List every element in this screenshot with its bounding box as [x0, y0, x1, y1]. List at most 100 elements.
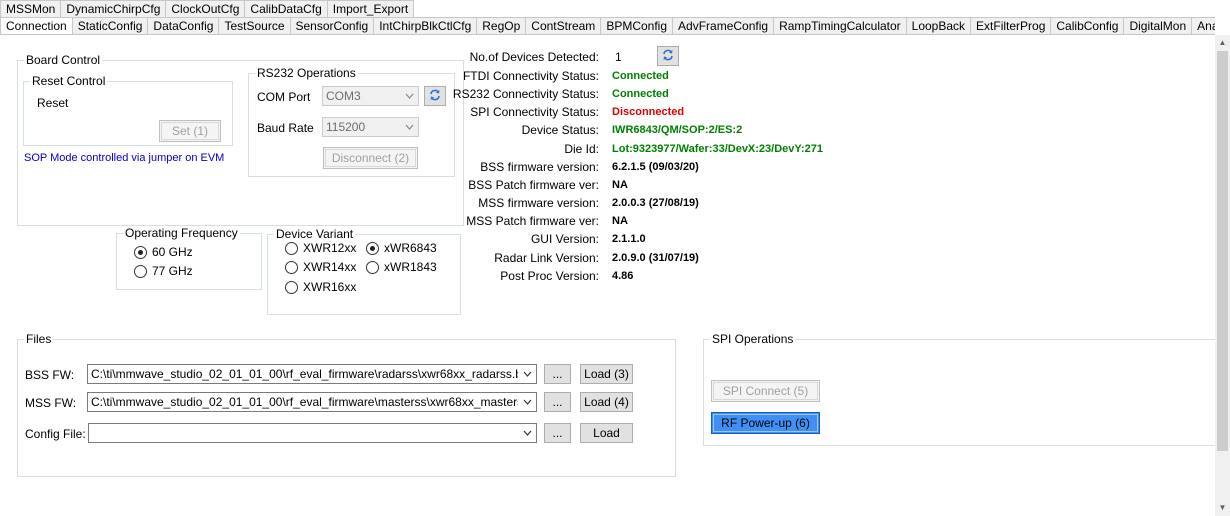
tab-contstream[interactable]: ContStream: [525, 17, 602, 34]
tab-connection[interactable]: Connection: [0, 17, 73, 34]
chevron-down-icon: [401, 87, 418, 105]
operating-frequency-group: Operating Frequency: [116, 226, 262, 290]
devices-detected-label: No.of Devices Detected:: [469, 50, 599, 64]
device-info-label: FTDI Connectivity Status:: [462, 69, 599, 83]
device-variant-title: Device Variant: [274, 227, 356, 241]
device-info-value: 4.86: [612, 270, 634, 282]
tab-staticconfig[interactable]: StaticConfig: [71, 17, 149, 34]
chevron-down-icon: [519, 365, 536, 383]
variant-xwr12xx-label: XWR12xx: [303, 241, 357, 255]
mss-fw-browse-button[interactable]: ...: [544, 392, 571, 412]
rf-powerup-button[interactable]: RF Power-up (6): [711, 412, 820, 434]
disconnect-button[interactable]: Disconnect (2): [323, 147, 418, 169]
rs232-title: RS232 Operations: [255, 66, 358, 80]
tab-intchirpblkctlcfg[interactable]: IntChirpBlkCtlCfg: [373, 17, 478, 34]
device-info-label: BSS Patch firmware ver:: [468, 178, 599, 192]
tab-bpmconfig[interactable]: BPMConfig: [600, 17, 674, 34]
tab-extfilterprog[interactable]: ExtFilterProg: [970, 17, 1052, 34]
config-file-select[interactable]: [88, 423, 537, 443]
tab-dataconfig[interactable]: DataConfig: [147, 17, 220, 34]
tab-digitalmon[interactable]: DigitalMon: [1123, 17, 1193, 34]
freq-60ghz-radio[interactable]: 60 GHz: [134, 245, 193, 259]
device-info-value: Connected: [612, 88, 669, 100]
device-info-value: Lot:9323977/Wafer:33/DevX:23/DevY:271: [612, 143, 823, 155]
variant-xwr12xx-radio[interactable]: XWR12xx: [285, 241, 356, 255]
device-info-value: IWR6843/QM/SOP:2/ES:2: [612, 124, 743, 136]
sop-mode-note: SOP Mode controlled via jumper on EVM: [24, 152, 225, 164]
device-info-value: Disconnected: [612, 106, 685, 118]
tab-import-export[interactable]: Import_Export: [326, 0, 415, 18]
tab-loopback[interactable]: LoopBack: [905, 17, 972, 34]
device-info-value: 2.1.1.0: [612, 233, 646, 245]
mss-fw-load-button[interactable]: Load (4): [580, 392, 633, 412]
chevron-down-icon: [519, 393, 536, 411]
baud-rate-label: Baud Rate: [257, 121, 314, 135]
tab-advframeconfig[interactable]: AdvFrameConfig: [672, 17, 775, 34]
files-title: Files: [24, 332, 54, 346]
config-file-browse-button[interactable]: ...: [544, 423, 571, 443]
device-info-value: NA: [612, 215, 628, 227]
bss-fw-browse-button[interactable]: ...: [544, 364, 571, 384]
devices-refresh-button[interactable]: [657, 46, 679, 66]
com-port-select[interactable]: COM3: [322, 86, 419, 106]
tab-mssmon[interactable]: MSSMon: [0, 0, 62, 18]
device-info-value: 6.2.1.5 (09/03/20): [612, 161, 699, 173]
spi-connect-button[interactable]: SPI Connect (5): [711, 380, 820, 402]
variant-xwr14xx-radio[interactable]: XWR14xx: [285, 260, 356, 274]
tab-dynamicchirpcfg[interactable]: DynamicChirpCfg: [60, 0, 167, 18]
radio-unselected-icon: [134, 264, 147, 278]
spi-operations-title: SPI Operations: [710, 332, 796, 346]
tab-clockoutcfg[interactable]: ClockOutCfg: [165, 0, 246, 18]
device-info-label: BSS firmware version:: [480, 160, 599, 174]
refresh-icon: [661, 48, 675, 65]
radio-selected-icon: [366, 241, 379, 255]
device-info-label: Radar Link Version:: [494, 251, 599, 265]
variant-xwr16xx-label: XWR16xx: [303, 280, 357, 294]
device-info-label: MSS firmware version:: [478, 196, 599, 210]
operating-frequency-title: Operating Frequency: [123, 226, 240, 240]
bss-fw-path-select[interactable]: C:\ti\mmwave_studio_02_01_01_00\rf_eval_…: [87, 364, 537, 384]
tab-regop[interactable]: RegOp: [476, 17, 527, 34]
scrollbar-thumb[interactable]: [1217, 51, 1228, 451]
scroll-down-icon[interactable]: ▼: [1215, 500, 1230, 516]
bss-fw-path-value: C:\ti\mmwave_studio_02_01_01_00\rf_eval_…: [91, 367, 518, 381]
device-info-value: Connected: [612, 70, 669, 82]
device-info-label: MSS Patch firmware ver:: [466, 214, 599, 228]
tab-testsource[interactable]: TestSource: [218, 17, 291, 34]
devices-detected-value: 1: [615, 50, 622, 64]
tab-calibconfig[interactable]: CalibConfig: [1050, 17, 1125, 34]
set-button[interactable]: Set (1): [159, 120, 221, 142]
freq-77ghz-label: 77 GHz: [152, 264, 193, 278]
scroll-up-icon[interactable]: ▲: [1215, 35, 1230, 51]
baud-rate-select[interactable]: 115200: [322, 117, 419, 137]
device-info-label: Device Status:: [521, 123, 599, 137]
freq-77ghz-radio[interactable]: 77 GHz: [134, 264, 193, 278]
config-file-load-button[interactable]: Load: [580, 423, 633, 443]
device-info-label: Post Proc Version:: [500, 269, 599, 283]
bss-fw-label: BSS FW:: [25, 368, 75, 382]
com-port-value: COM3: [326, 89, 361, 103]
device-info-label: GUI Version:: [530, 232, 599, 246]
board-control-title: Board Control: [24, 53, 103, 67]
bss-fw-load-button[interactable]: Load (3): [580, 364, 633, 384]
radio-unselected-icon: [285, 241, 298, 255]
variant-xwr6843-radio[interactable]: xWR6843: [366, 241, 437, 255]
baud-rate-value: 115200: [326, 120, 366, 134]
device-info-label: SPI Connectivity Status:: [470, 105, 599, 119]
mss-fw-path-select[interactable]: C:\ti\mmwave_studio_02_01_01_00\rf_eval_…: [87, 392, 537, 412]
variant-xwr16xx-radio[interactable]: XWR16xx: [285, 280, 356, 294]
variant-xwr14xx-label: XWR14xx: [303, 260, 357, 274]
variant-xwr1843-label: xWR1843: [384, 260, 437, 274]
chevron-down-icon: [401, 118, 418, 136]
tab-analogtxmon[interactable]: AnalogTxMon: [1191, 17, 1215, 34]
radio-unselected-icon: [285, 280, 298, 294]
vertical-scrollbar[interactable]: ▲ ▼: [1215, 35, 1230, 516]
variant-xwr6843-label: xWR6843: [384, 241, 437, 255]
device-info-label: RS232 Connectivity Status:: [452, 87, 599, 101]
config-file-label: Config File:: [25, 427, 86, 441]
variant-xwr1843-radio[interactable]: xWR1843: [366, 260, 437, 274]
tab-calibdatacfg[interactable]: CalibDataCfg: [244, 0, 328, 18]
tab-sensorconfig[interactable]: SensorConfig: [289, 17, 375, 34]
device-info-value: NA: [612, 179, 628, 191]
tab-ramptimingcalculator[interactable]: RampTimingCalculator: [773, 17, 907, 34]
